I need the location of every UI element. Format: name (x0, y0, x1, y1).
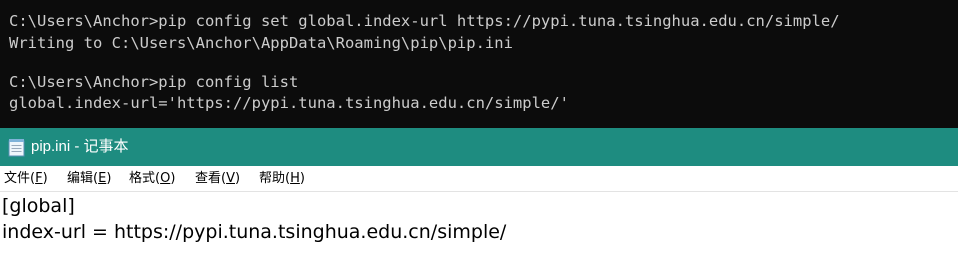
console-window: C:\Users\Anchor>pip config set global.in… (0, 0, 958, 128)
menu-file-label: 文件 (4, 171, 31, 186)
menu-edit[interactable]: 编辑(E) (67, 170, 111, 187)
menu-file[interactable]: 文件(F) (4, 170, 48, 187)
menu-view-label: 查看 (195, 171, 222, 186)
menu-edit-hotkey: E (98, 171, 107, 186)
window-title: pip.ini - 记事本 (31, 138, 129, 155)
menu-file-hotkey: F (35, 171, 43, 186)
console-line: C:\Users\Anchor>pip config set global.in… (9, 12, 840, 30)
editor-line[interactable]: [global] (2, 194, 75, 218)
menu-help-label: 帮助 (259, 171, 286, 186)
console-line: global.index-url='https://pypi.tuna.tsin… (9, 94, 569, 112)
menu-help-hotkey: H (290, 171, 300, 186)
menu-format-hotkey: O (160, 171, 171, 186)
menu-bar: 文件(F) 编辑(E) 格式(O) 查看(V) 帮助(H) (0, 166, 958, 191)
menu-view[interactable]: 查看(V) (195, 170, 240, 187)
menu-help[interactable]: 帮助(H) (259, 170, 305, 187)
text-editor[interactable]: [global] index-url = https://pypi.tuna.t… (0, 192, 958, 262)
console-line: C:\Users\Anchor>pip config list (9, 73, 299, 91)
menu-view-hotkey: V (226, 171, 235, 186)
menu-format[interactable]: 格式(O) (129, 170, 175, 187)
menu-edit-label: 编辑 (67, 171, 94, 186)
console-line: Writing to C:\Users\Anchor\AppData\Roami… (9, 34, 513, 52)
menu-format-label: 格式 (129, 171, 156, 186)
notepad-icon (8, 139, 25, 157)
editor-line[interactable]: index-url = https://pypi.tuna.tsinghua.e… (2, 220, 506, 244)
notepad-titlebar[interactable]: pip.ini - 记事本 (0, 128, 958, 166)
